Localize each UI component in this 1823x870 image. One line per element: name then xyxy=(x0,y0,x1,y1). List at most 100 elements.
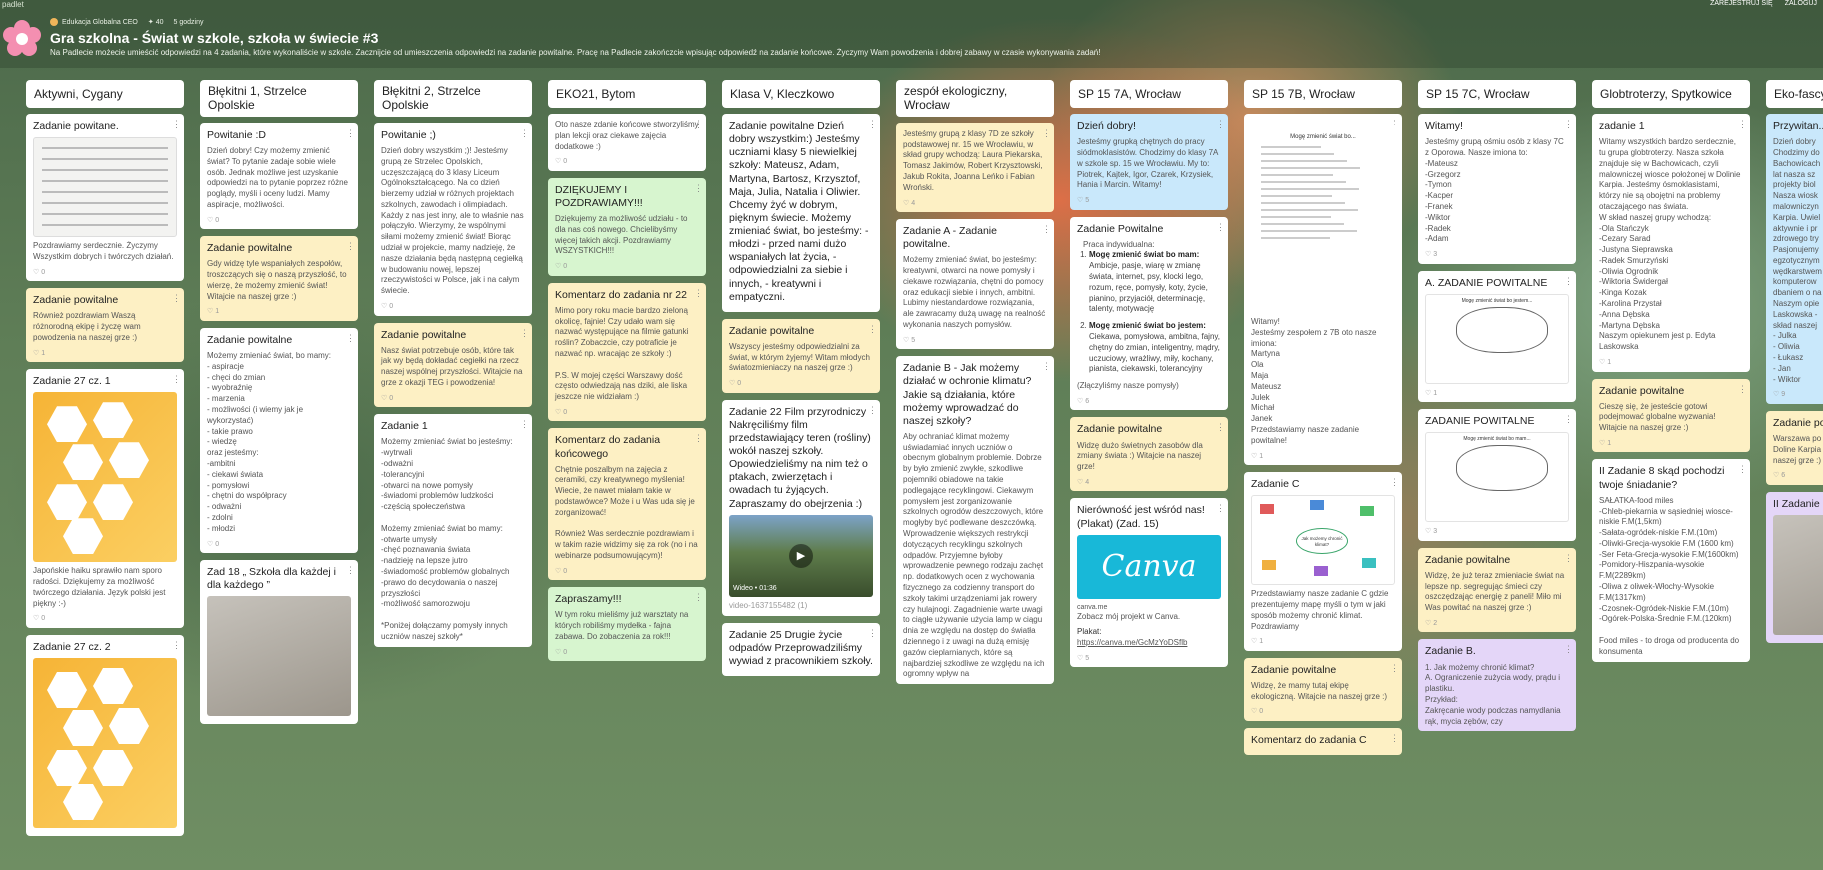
post-menu-icon[interactable]: ⋮ xyxy=(172,639,181,651)
comment-count[interactable]: ♡ 9 xyxy=(1773,390,1823,399)
poster-link[interactable]: https://canva.me/GcMzYoDSflb xyxy=(1077,638,1221,649)
comment-count[interactable]: ♡ 0 xyxy=(33,268,177,277)
post-menu-icon[interactable]: ⋮ xyxy=(694,118,703,130)
login-link[interactable]: ZALOGUJ xyxy=(1785,0,1817,7)
post-menu-icon[interactable]: ⋮ xyxy=(346,564,355,576)
post-card[interactable]: ⋮ Komentarz do zadania C xyxy=(1244,727,1402,756)
post-card[interactable]: ⋮ zadanie 1 Witamy wszystkich bardzo serde… xyxy=(1592,114,1750,372)
photo-image[interactable] xyxy=(1773,514,1823,635)
post-menu-icon[interactable]: ⋮ xyxy=(1042,223,1051,235)
post-menu-icon[interactable]: ⋮ xyxy=(868,323,877,335)
column-header[interactable]: SP 15 7C, Wrocław xyxy=(1418,80,1576,108)
comment-count[interactable]: ♡ 5 xyxy=(1077,654,1221,663)
column-header[interactable]: Klasa V, Kleczkowo xyxy=(722,80,880,108)
post-card[interactable]: ⋮ Zadanie powitalne Możemy zmieniać świat,… xyxy=(200,327,358,553)
post-menu-icon[interactable]: ⋮ xyxy=(868,118,877,130)
comment-count[interactable]: ♡ 4 xyxy=(903,199,1047,208)
comment-count[interactable]: ♡ 1 xyxy=(1599,358,1743,367)
post-menu-icon[interactable]: ⋮ xyxy=(1042,127,1051,139)
post-card[interactable]: ⋮ DZIĘKUJEMY I POZDRAWIAMY!!! Dziękujemy z… xyxy=(548,177,706,276)
post-menu-icon[interactable]: ⋮ xyxy=(346,127,355,139)
register-link[interactable]: ZAREJESTRUJ SIĘ xyxy=(1710,0,1773,7)
cloud-diagram-image[interactable]: Mogę zmienić świat bo mam... xyxy=(1425,432,1569,523)
comment-count[interactable]: ♡ 5 xyxy=(903,336,1047,345)
comment-count[interactable]: ♡ 2 xyxy=(1425,619,1569,628)
sketch-image[interactable] xyxy=(33,137,177,238)
post-card[interactable]: ⋮ Zadanie C Jak możemy chronić klimat? Prze… xyxy=(1244,472,1402,651)
post-card[interactable]: ⋮ Zadanie powitalne Widzę, że już teraz zm… xyxy=(1418,547,1576,633)
comment-count[interactable]: ♡ 0 xyxy=(207,216,351,225)
column-header[interactable]: Eko-fascy... xyxy=(1766,80,1823,108)
comment-count[interactable]: ♡ 0 xyxy=(381,302,525,311)
post-card[interactable]: ⋮ Oto nasze zdanie końcowe stworzyliśmy p… xyxy=(548,114,706,171)
post-menu-icon[interactable]: ⋮ xyxy=(1738,463,1747,475)
post-menu-icon[interactable]: ⋮ xyxy=(1042,360,1051,372)
post-card[interactable]: ⋮ Zadanie powitane. Pozdrawiamy serdecznie… xyxy=(26,114,184,282)
comment-count[interactable]: ♡ 1 xyxy=(1425,389,1569,398)
post-menu-icon[interactable]: ⋮ xyxy=(1564,643,1573,655)
post-menu-icon[interactable]: ⋮ xyxy=(694,287,703,299)
post-menu-icon[interactable]: ⋮ xyxy=(1390,476,1399,488)
post-card[interactable]: ⋮ A. ZADANIE POWITALNE Mogę zmienić świat … xyxy=(1418,270,1576,403)
post-card[interactable]: ⋮ Zadanie powitalne Również pozdrawiam Was… xyxy=(26,288,184,363)
post-card[interactable]: ⋮ Zadanie powitalne Cieszę się, że jesteśc… xyxy=(1592,378,1750,453)
comment-count[interactable]: ♡ 4 xyxy=(1077,478,1221,487)
post-card[interactable]: ⋮ Powitanie :D Dzień dobry! Czy możemy zmi… xyxy=(200,122,358,230)
post-card[interactable]: ⋮ Zadanie 27 cz. 1 Japońskie haiku sprawił… xyxy=(26,369,184,628)
column-header[interactable]: Błękitni 2, Strzelce Opolskie xyxy=(374,80,532,117)
column-header[interactable]: SP 15 7A, Wrocław xyxy=(1070,80,1228,108)
post-menu-icon[interactable]: ⋮ xyxy=(1216,421,1225,433)
post-card[interactable]: ⋮ Jesteśmy grupą z klasy 7D ze szkoły pod… xyxy=(896,122,1054,212)
post-menu-icon[interactable]: ⋮ xyxy=(1564,413,1573,425)
column-header[interactable]: Globtroterzy, Spytkowice xyxy=(1592,80,1750,108)
canva-link-preview[interactable]: Canva xyxy=(1077,534,1221,599)
comment-count[interactable]: ♡ 0 xyxy=(729,379,873,388)
comment-count[interactable]: ♡ 1 xyxy=(1599,439,1743,448)
post-menu-icon[interactable]: ⋮ xyxy=(1738,118,1747,130)
post-menu-icon[interactable]: ⋮ xyxy=(172,118,181,130)
comment-count[interactable]: ♡ 3 xyxy=(1425,527,1569,536)
comment-count[interactable]: ♡ 6 xyxy=(1773,471,1823,480)
post-menu-icon[interactable]: ⋮ xyxy=(1564,275,1573,287)
post-menu-icon[interactable]: ⋮ xyxy=(868,627,877,639)
post-card[interactable]: ⋮ Zadanie powitalne Dzień dobry wszystkim… xyxy=(722,114,880,312)
column-header[interactable]: EKO21, Bytom xyxy=(548,80,706,108)
post-card[interactable]: ⋮ Zadanie powitalne Wszyscy jesteśmy odpow… xyxy=(722,318,880,393)
video-thumbnail[interactable]: ▶ Wideo • 01:36 xyxy=(729,514,873,597)
comment-count[interactable]: ♡ 1 xyxy=(207,307,351,316)
post-menu-icon[interactable]: ⋮ xyxy=(1216,221,1225,233)
post-card[interactable]: ⋮ Zadanie 25 Drugie życie odpadów Przepro… xyxy=(722,622,880,676)
post-menu-icon[interactable]: ⋮ xyxy=(868,404,877,416)
post-card[interactable]: ⋮ Komentarz do zadania końcowego Chętnie p… xyxy=(548,428,706,581)
honeycomb-image[interactable] xyxy=(33,657,177,828)
post-card[interactable]: ⋮ Zadanie B - Jak możemy działać w ochron… xyxy=(896,356,1054,685)
mindmap-image[interactable]: Jak możemy chronić klimat? xyxy=(1251,495,1395,586)
honeycomb-image[interactable] xyxy=(33,392,177,563)
comment-count[interactable]: ♡ 3 xyxy=(1425,250,1569,259)
post-menu-icon[interactable]: ⋮ xyxy=(1564,118,1573,130)
document-image[interactable]: Mogę zmienić świat bo... xyxy=(1251,123,1395,313)
post-card[interactable]: ⋮ Komentarz do zadania nr 22 Mimo pory rok… xyxy=(548,282,706,422)
comment-count[interactable]: ♡ 6 xyxy=(1077,397,1221,406)
post-menu-icon[interactable]: ⋮ xyxy=(172,292,181,304)
column-header[interactable]: SP 15 7B, Wrocław xyxy=(1244,80,1402,108)
post-menu-icon[interactable]: ⋮ xyxy=(694,591,703,603)
padlet-logo[interactable]: padlet xyxy=(2,0,24,9)
photo-image[interactable] xyxy=(207,596,351,717)
post-menu-icon[interactable]: ⋮ xyxy=(1390,732,1399,744)
comment-count[interactable]: ♡ 0 xyxy=(555,408,699,417)
column-header[interactable]: zespół ekologiczny, Wrocław xyxy=(896,80,1054,117)
post-menu-icon[interactable]: ⋮ xyxy=(346,240,355,252)
post-card[interactable]: ⋮ Zadanie powitalne Nasz świat potrzebuje … xyxy=(374,322,532,408)
post-menu-icon[interactable]: ⋮ xyxy=(520,418,529,430)
post-card[interactable]: ⋮ Zapraszamy!!! W tym roku mieliśmy już wa… xyxy=(548,587,706,662)
post-card[interactable]: ⋮ Zadanie powitalne Widzę, że mamy tutaj e… xyxy=(1244,657,1402,721)
comment-count[interactable]: ♡ 1 xyxy=(33,349,177,358)
post-card[interactable]: ⋮ Zadanie powitalne Gdy widzę tyle wspania… xyxy=(200,236,358,321)
play-icon[interactable]: ▶ xyxy=(789,543,813,568)
comment-count[interactable]: ♡ 0 xyxy=(555,157,699,166)
comment-count[interactable]: ♡ 0 xyxy=(555,648,699,657)
post-menu-icon[interactable]: ⋮ xyxy=(346,332,355,344)
post-menu-icon[interactable]: ⋮ xyxy=(172,373,181,385)
post-card[interactable]: ⋮II Zadanie oaza bioró... xyxy=(1766,491,1823,643)
